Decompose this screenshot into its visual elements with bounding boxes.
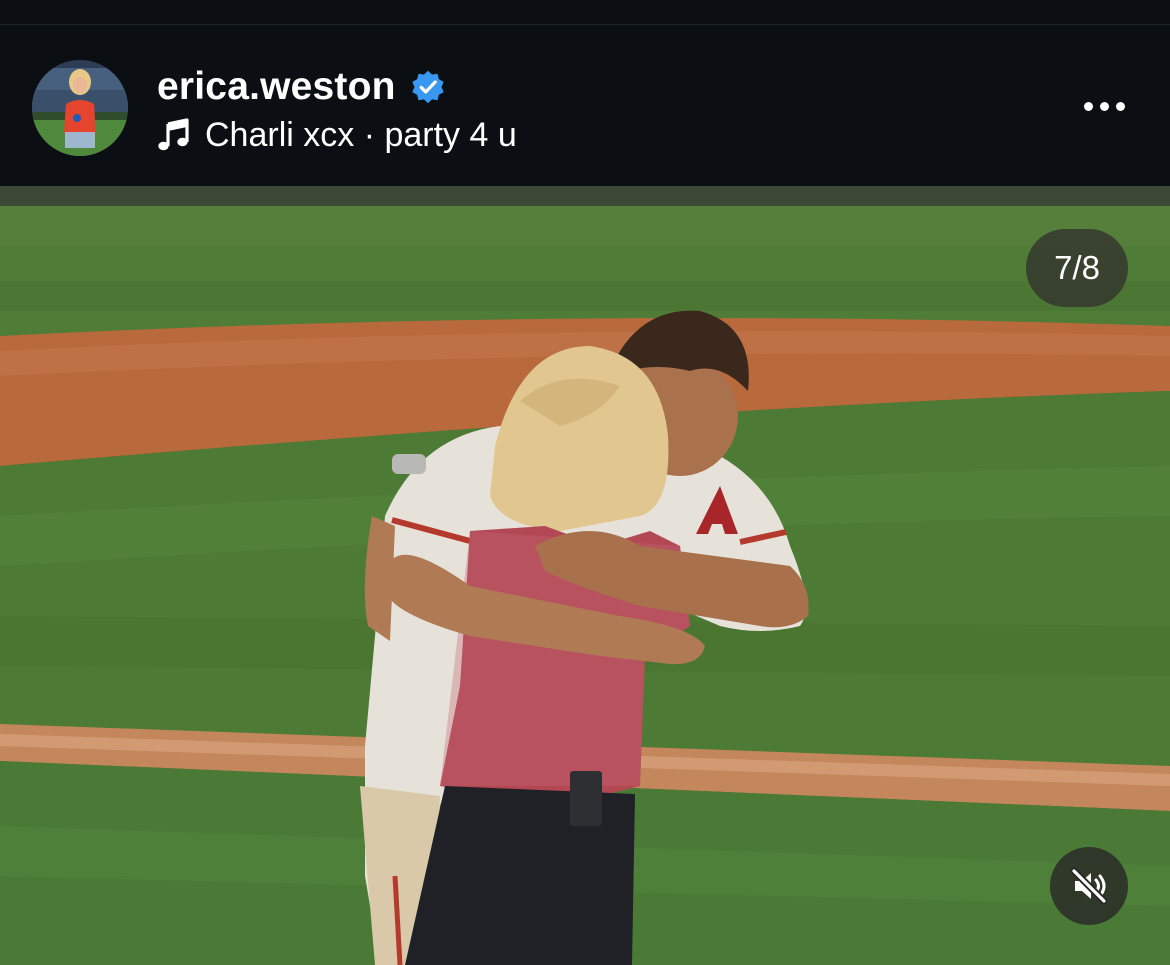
username-row: erica.weston xyxy=(157,63,446,111)
music-note-icon xyxy=(158,118,189,151)
speaker-muted-icon xyxy=(1070,867,1108,905)
mute-toggle-button[interactable] xyxy=(1050,847,1128,925)
post-photo xyxy=(0,186,1170,965)
username[interactable]: erica.weston xyxy=(157,65,396,109)
verified-badge-icon xyxy=(412,70,444,104)
post-media[interactable]: 7/8 xyxy=(0,186,1170,965)
more-options-icon[interactable] xyxy=(1074,85,1134,127)
avatar[interactable] xyxy=(32,60,128,156)
more-dot xyxy=(1099,101,1109,111)
avatar-image xyxy=(32,60,128,156)
audio-track-label: Charli xcx · party 4 u xyxy=(205,115,517,154)
more-dot xyxy=(1083,101,1093,111)
post-header: erica.weston Charli xcx · party 4 u xyxy=(0,25,1170,186)
audio-row[interactable]: Charli xcx · party 4 u xyxy=(157,113,517,157)
top-status-strip xyxy=(0,0,1170,25)
slide-counter: 7/8 xyxy=(1026,229,1128,307)
more-dot xyxy=(1115,101,1125,111)
